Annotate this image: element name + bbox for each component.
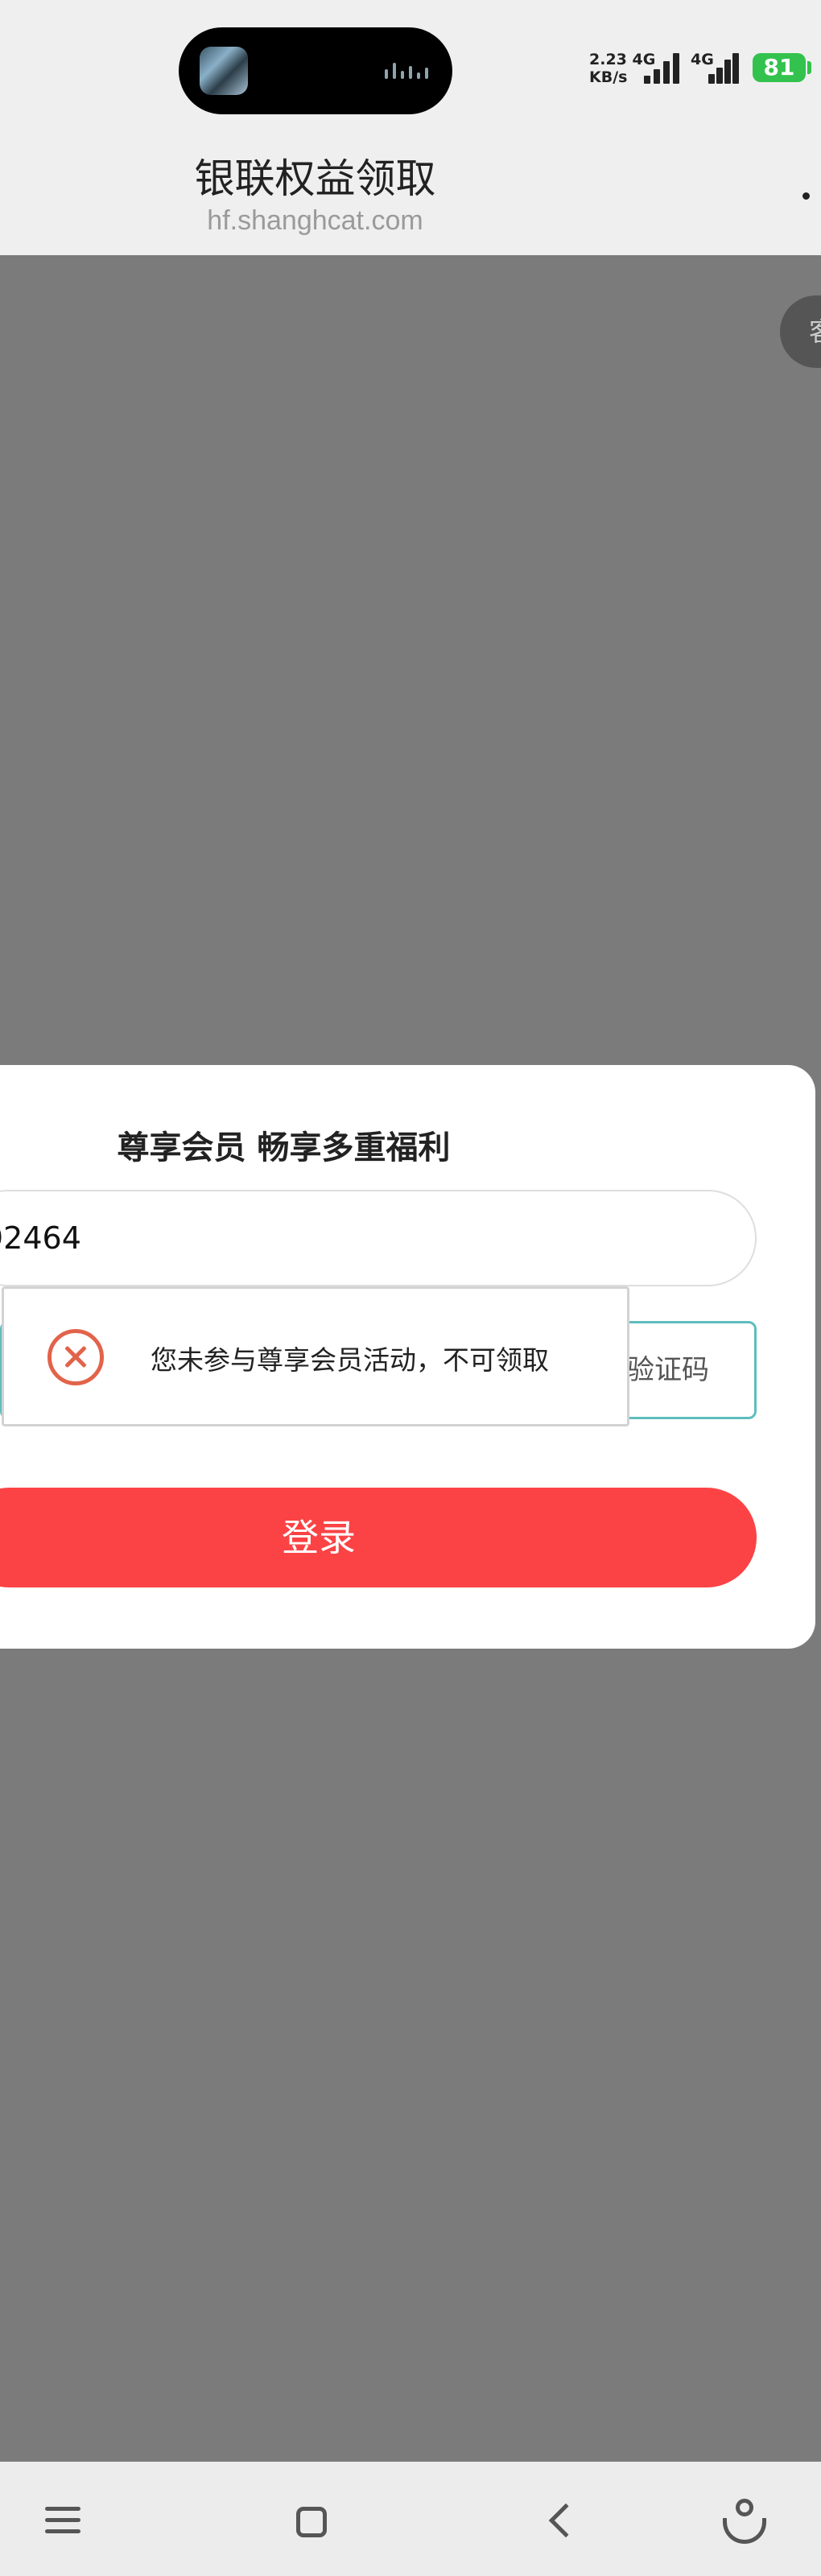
browser-header: 2.23 4G KB/s 4G 81 银联权益领取 hf.shanghcat.c… <box>0 0 821 255</box>
back-icon[interactable] <box>534 2492 591 2549</box>
signal-strength-icon-2 <box>699 53 739 84</box>
customer-service-button[interactable]: 客 <box>780 295 821 368</box>
dynamic-island[interactable] <box>179 27 452 114</box>
phone-input[interactable]: 92464 <box>0 1190 757 1286</box>
network-speed-value: 2.23 <box>589 51 627 68</box>
error-toast: 您未参与尊享会员活动，不可领取 <box>2 1286 629 1426</box>
login-button[interactable]: 登录 <box>0 1488 757 1587</box>
battery-level: 81 <box>753 53 806 82</box>
menu-icon[interactable] <box>35 2492 92 2549</box>
page-url[interactable]: hf.shanghcat.com <box>0 205 630 237</box>
page-title: 银联权益领取 <box>194 155 436 202</box>
more-options-icon[interactable] <box>802 192 810 200</box>
phone-input-value: 92464 <box>0 1220 81 1256</box>
customer-service-label: 客 <box>809 316 821 347</box>
dialog-heading: 尊享会员 畅享多重福利 <box>117 1129 451 1166</box>
home-icon[interactable] <box>282 2492 338 2549</box>
network-speed-unit: KB/s <box>589 68 628 86</box>
album-art-thumbnail <box>200 47 248 95</box>
toast-message: 您未参与尊享会员活动，不可领取 <box>151 1344 549 1376</box>
assistant-icon[interactable] <box>716 2492 773 2549</box>
system-navigation-bar <box>0 2462 821 2576</box>
signal-strength-icon <box>644 53 681 84</box>
battery-tip <box>807 61 811 74</box>
error-circle-x-icon <box>47 1329 104 1385</box>
audio-wave-icon <box>383 60 431 82</box>
status-bar-indicators: 2.23 4G KB/s 4G 81 <box>588 47 821 95</box>
